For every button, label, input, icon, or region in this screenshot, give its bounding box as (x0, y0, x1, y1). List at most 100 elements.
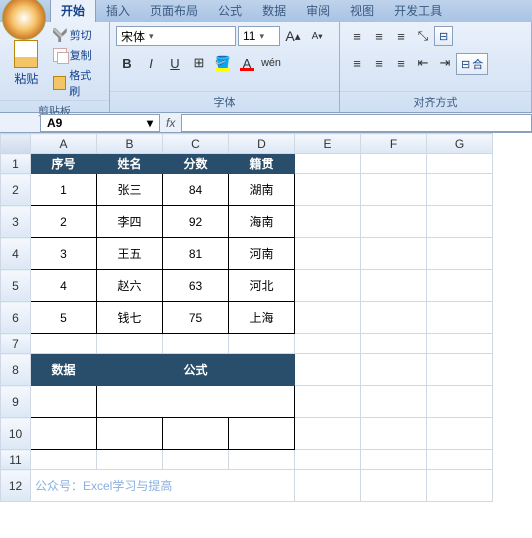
indent-dec-button[interactable]: ⇤ (412, 53, 434, 73)
row-header[interactable]: 10 (1, 418, 31, 450)
cell[interactable]: 84 (163, 174, 229, 206)
worksheet[interactable]: A B C D E F G 1 序号 姓名 分数 籍贯 2 1 张三 84 湖南… (0, 133, 532, 502)
cell[interactable] (97, 418, 163, 450)
format-painter-button[interactable]: 格式刷 (51, 66, 103, 100)
row-header[interactable]: 7 (1, 334, 31, 354)
font-size-combo[interactable]: 11▾ (238, 26, 280, 46)
cell[interactable] (31, 418, 97, 450)
tab-formulas[interactable]: 公式 (208, 0, 252, 22)
cell[interactable] (361, 354, 427, 386)
cell[interactable] (295, 386, 361, 418)
row-header[interactable]: 3 (1, 206, 31, 238)
cell[interactable] (361, 206, 427, 238)
font-name-combo[interactable]: 宋体▾ (116, 26, 236, 46)
orientation-button[interactable]: ⤡ (412, 26, 434, 46)
cell[interactable] (361, 238, 427, 270)
cell[interactable] (295, 302, 361, 334)
cell[interactable]: 1 (31, 174, 97, 206)
cell[interactable]: 河南 (229, 238, 295, 270)
cell[interactable]: 李四 (97, 206, 163, 238)
cell[interactable] (427, 302, 493, 334)
cell[interactable]: 河北 (229, 270, 295, 302)
cell[interactable] (97, 386, 295, 418)
border-button[interactable]: ⊞ (188, 53, 210, 73)
formula-bar[interactable] (181, 114, 532, 132)
align-bottom-button[interactable]: ≡ (390, 26, 412, 46)
cell[interactable]: 公式 (97, 354, 295, 386)
tab-data[interactable]: 数据 (252, 0, 296, 22)
cell[interactable]: 81 (163, 238, 229, 270)
row-header[interactable]: 9 (1, 386, 31, 418)
watermark-text[interactable]: 公众号：Excel学习与提高 (31, 470, 295, 502)
row-header[interactable]: 4 (1, 238, 31, 270)
cell[interactable] (163, 450, 229, 470)
cell[interactable]: 序号 (31, 154, 97, 174)
align-center-button[interactable]: ≡ (368, 53, 390, 73)
cut-button[interactable]: 剪切 (51, 26, 103, 44)
cell[interactable]: 4 (31, 270, 97, 302)
bold-button[interactable]: B (116, 53, 138, 73)
cell[interactable] (361, 450, 427, 470)
cell[interactable]: 上海 (229, 302, 295, 334)
select-all-corner[interactable] (1, 134, 31, 154)
font-color-button[interactable]: A (236, 53, 258, 73)
cell[interactable] (295, 418, 361, 450)
cell[interactable] (295, 354, 361, 386)
cell[interactable] (229, 334, 295, 354)
tab-view[interactable]: 视图 (340, 0, 384, 22)
cell[interactable] (427, 174, 493, 206)
tab-layout[interactable]: 页面布局 (140, 0, 208, 22)
col-header[interactable]: D (229, 134, 295, 154)
cell[interactable] (295, 154, 361, 174)
cell[interactable]: 姓名 (97, 154, 163, 174)
cell[interactable] (361, 470, 427, 502)
name-box[interactable]: A9▾ (40, 114, 160, 132)
cell[interactable]: 钱七 (97, 302, 163, 334)
cell[interactable] (427, 354, 493, 386)
cell[interactable] (361, 270, 427, 302)
cell[interactable]: 92 (163, 206, 229, 238)
align-left-button[interactable]: ≡ (346, 53, 368, 73)
cell[interactable] (361, 154, 427, 174)
cell[interactable]: 湖南 (229, 174, 295, 206)
cell[interactable]: 75 (163, 302, 229, 334)
cell[interactable] (295, 334, 361, 354)
cell[interactable] (361, 334, 427, 354)
col-header[interactable]: E (295, 134, 361, 154)
tab-home[interactable]: 开始 (50, 0, 96, 22)
align-middle-button[interactable]: ≡ (368, 26, 390, 46)
cell[interactable] (31, 386, 97, 418)
col-header[interactable]: C (163, 134, 229, 154)
cell[interactable] (361, 302, 427, 334)
cell[interactable]: 海南 (229, 206, 295, 238)
fx-icon[interactable]: fx (166, 116, 175, 130)
align-top-button[interactable]: ≡ (346, 26, 368, 46)
italic-button[interactable]: I (140, 53, 162, 73)
col-header[interactable]: G (427, 134, 493, 154)
align-right-button[interactable]: ≡ (390, 53, 412, 73)
cell[interactable] (295, 270, 361, 302)
cell[interactable] (361, 386, 427, 418)
cell[interactable] (295, 470, 361, 502)
cell[interactable] (427, 334, 493, 354)
cell[interactable] (427, 238, 493, 270)
cell[interactable] (229, 418, 295, 450)
cell[interactable] (229, 450, 295, 470)
cell[interactable] (361, 174, 427, 206)
cell[interactable]: 分数 (163, 154, 229, 174)
tab-insert[interactable]: 插入 (96, 0, 140, 22)
col-header[interactable]: A (31, 134, 97, 154)
tab-review[interactable]: 审阅 (296, 0, 340, 22)
cell[interactable] (295, 206, 361, 238)
row-header[interactable]: 6 (1, 302, 31, 334)
cell[interactable] (163, 334, 229, 354)
cell[interactable] (427, 470, 493, 502)
indent-inc-button[interactable]: ⇥ (434, 53, 456, 73)
row-header[interactable]: 8 (1, 354, 31, 386)
cell[interactable]: 63 (163, 270, 229, 302)
copy-button[interactable]: 复制 (51, 46, 103, 64)
col-header[interactable]: F (361, 134, 427, 154)
cell[interactable] (361, 418, 427, 450)
tab-dev[interactable]: 开发工具 (384, 0, 452, 22)
cell[interactable] (427, 418, 493, 450)
